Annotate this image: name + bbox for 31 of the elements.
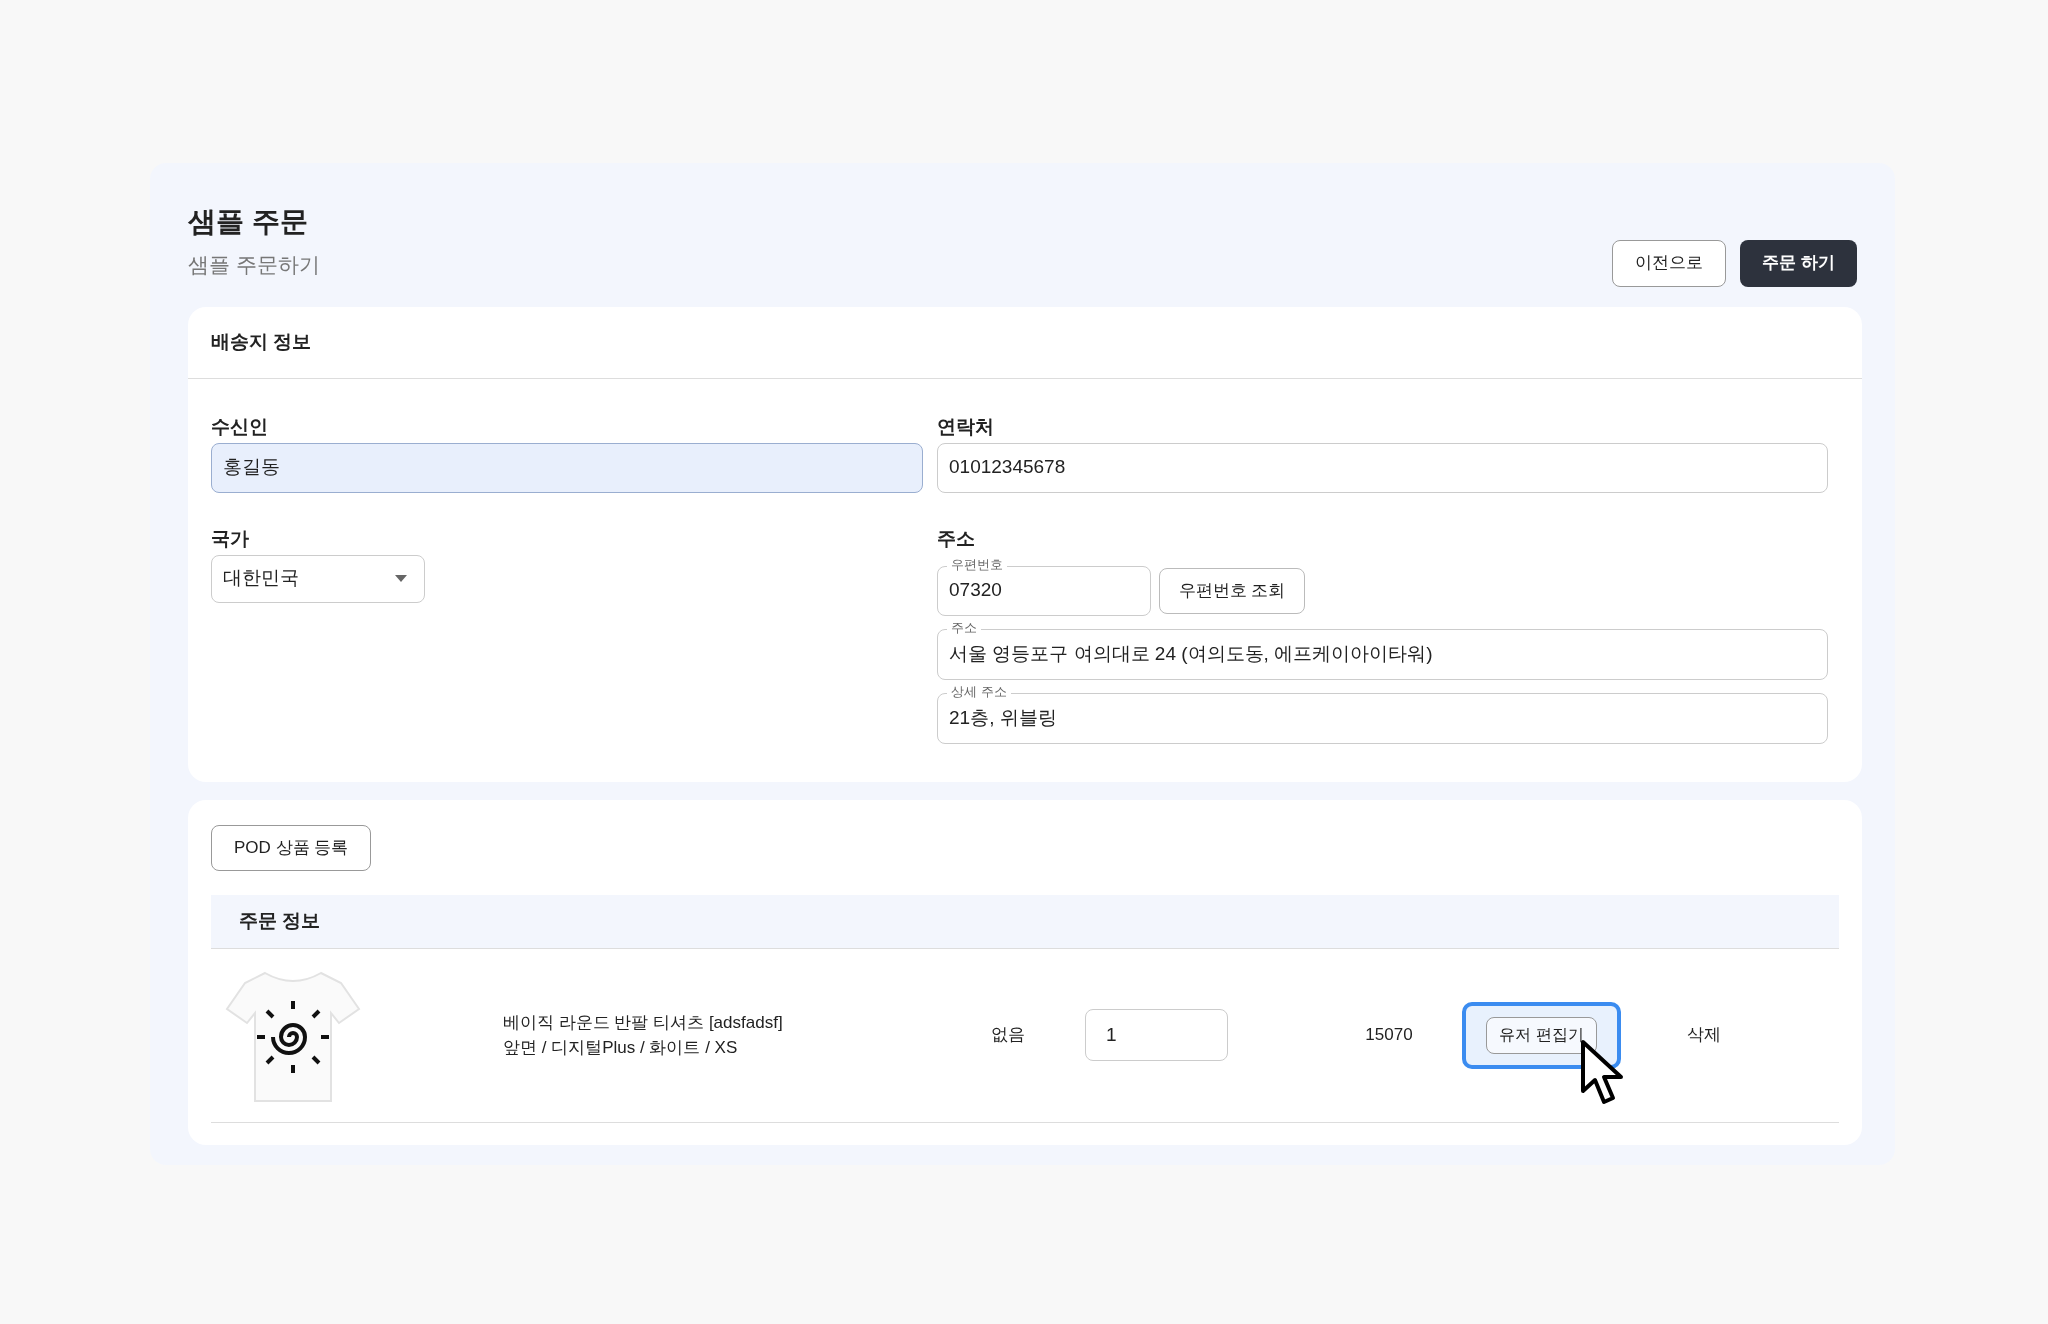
field-label: 수신인 (211, 414, 269, 439)
delete-link[interactable]: 삭제 (1621, 1022, 1787, 1048)
quantity-field[interactable]: 1 (1085, 1009, 1228, 1061)
page-title: 샘플 주문 (188, 205, 309, 239)
floating-label: 상세 주소 (947, 683, 1011, 700)
field-value: 21층, 위블링 (949, 705, 1057, 730)
select-value: 대한민국 (223, 566, 299, 591)
price-text: 15070 (1364, 1024, 1414, 1047)
card-title: 배송지 정보 (188, 306, 1862, 379)
field-value: 서울 영등포구 여의대로 24 (여의도동, 에프케이아이타워) (949, 641, 1433, 666)
field-label: 국가 (211, 526, 250, 551)
table-cell-text: 없음 (990, 1024, 1026, 1047)
mouse-cursor-icon (1580, 1038, 1626, 1107)
country-select[interactable]: 대한민국 (211, 554, 425, 603)
phone-field[interactable]: 01012345678 (937, 442, 1828, 493)
register-product-button[interactable]: POD 상품 등록 (211, 824, 372, 871)
order-button[interactable]: 주문 하기 (1740, 239, 1857, 287)
page-subtitle: 샘플 주문하기 (188, 252, 320, 278)
user-editor-button[interactable]: 유저 편집기 (1486, 1016, 1597, 1054)
table-title: 주문 정보 (239, 908, 321, 933)
field-label: 연락처 (937, 414, 995, 439)
postal-search-button[interactable]: 우편번호 조회 (1159, 567, 1305, 614)
dropdown-caret-icon (395, 575, 407, 582)
field-value: 07320 (949, 578, 1002, 603)
field-value: 1 (1106, 1022, 1117, 1047)
back-button[interactable]: 이전으로 (1612, 239, 1727, 287)
floating-label: 우편번호 (947, 556, 1007, 573)
product-name: 베이직 라운드 반팔 티셔츠 [adsfadsf] (503, 1012, 784, 1034)
product-options: 앞면 / 디지털Plus / 화이트 / XS (503, 1035, 933, 1060)
recipient-field[interactable]: 홍길동 (211, 442, 923, 493)
field-label: 주소 (937, 526, 976, 551)
